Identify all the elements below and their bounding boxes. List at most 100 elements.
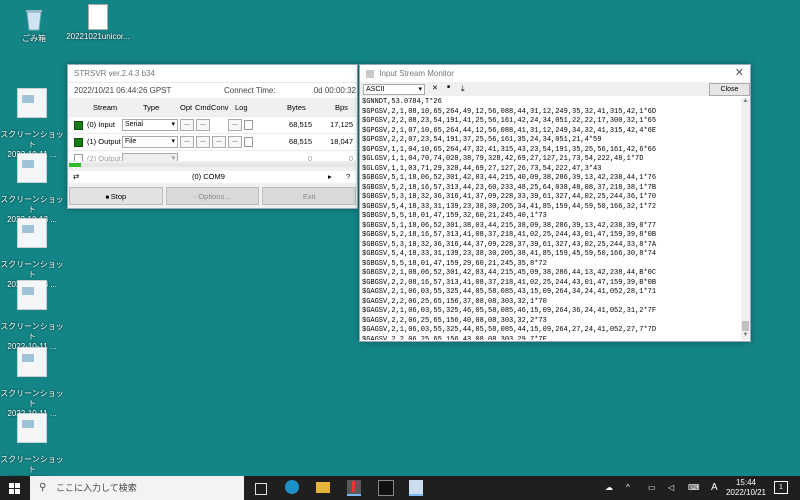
log-line: $GNNDT,53.0784,T*26: [362, 98, 442, 106]
image-thumbnail-icon: [17, 413, 47, 443]
log-scrollbar[interactable]: ▲ ▼: [741, 98, 750, 340]
stream-row: (2) Output ▾ 0 0: [69, 151, 356, 162]
stream-enabled-indicator[interactable]: [74, 138, 83, 147]
current-datetime: 2022/10/21 06:44:26 GPST: [74, 86, 172, 95]
help-icon[interactable]: ?: [346, 171, 350, 183]
strsvr-taskbar-icon[interactable]: [347, 480, 361, 496]
search-icon: ⚲: [39, 482, 47, 493]
log-line: $GAGSV,2,2,06,25,65,156,37,08,08,303,32,…: [362, 297, 547, 306]
opt-button[interactable]: ...: [180, 136, 194, 148]
stream-log[interactable]: $GNNDT,53.0784,T*26 $GPGSV,2,1,08,10,65,2…: [360, 98, 742, 340]
log-line: $GLGSV,1,1,04,70,74,028,38,79,328,42,69,…: [362, 155, 644, 163]
cmd-button[interactable]: ...: [196, 119, 210, 131]
image-thumbnail-icon: [17, 280, 47, 310]
edge-icon[interactable]: [285, 480, 299, 494]
network-icon[interactable]: ▭: [648, 483, 656, 492]
stop-button[interactable]: ■ Stop: [69, 187, 163, 205]
conv-button[interactable]: ...: [212, 136, 226, 148]
log-line: $GPGSV,2,2,08,23,54,191,41,25,56,161,42,…: [362, 117, 657, 125]
chevron-down-icon: ▾: [418, 86, 422, 93]
log-line: $GAGSV,2,1,06,03,55,325,44,05,58,085,43,…: [362, 288, 657, 296]
log-line: $GPGSV,1,1,04,10,65,264,47,32,41,315,43,…: [362, 145, 657, 154]
log-line: $GAGSV,2,2,06,25,65,156,40,08,08,303,32,…: [362, 316, 547, 325]
desktop-icon-label: ごみ箱: [22, 34, 46, 43]
stream-table: Stream Type Opt Cmd Conv Log Bytes Bps (…: [69, 100, 356, 162]
close-window-icon[interactable]: ✕: [735, 65, 744, 82]
weather-icon[interactable]: ☁: [605, 483, 613, 492]
scroll-up-icon[interactable]: ▲: [741, 98, 750, 106]
stream-name: (0) Input: [87, 120, 115, 129]
document-icon: [88, 4, 108, 30]
log-checkbox[interactable]: [244, 120, 253, 130]
progress-bar-fill: [69, 163, 81, 167]
monitor-toolbar: ASCII ▾ ✕ ■ ⤓ Close: [360, 82, 750, 96]
monitor-title: Input Stream Monitor: [379, 69, 454, 78]
log-button[interactable]: ...: [228, 119, 242, 131]
stream-type-select[interactable]: File ▾: [122, 136, 178, 148]
scroll-down-arrow-icon[interactable]: ▼: [741, 332, 750, 340]
chevron-up-icon[interactable]: ^: [626, 483, 630, 492]
file-explorer-icon[interactable]: [316, 482, 330, 493]
desktop-icon-recycle-bin[interactable]: ごみ箱: [2, 4, 66, 44]
connect-time-value: 0d 00:00:32: [313, 86, 356, 95]
chevron-down-icon: ▾: [171, 138, 175, 145]
scroll-right-icon[interactable]: ▸: [328, 171, 332, 183]
task-view-icon[interactable]: [255, 483, 267, 495]
clock-time: 15:44: [735, 478, 757, 487]
options-button[interactable]: ▫ Options...: [165, 187, 260, 205]
log-line: $GBGSV,5,3,18,32,36,316,44,37,09,228,37,…: [362, 240, 657, 249]
stream-enabled-checkbox[interactable]: [74, 154, 83, 161]
image-thumbnail-icon: [17, 218, 47, 248]
desktop-icon-document[interactable]: 20221021unicor...: [66, 4, 130, 42]
log-line: $GBGSV,5,5,18,01,47,159,29,60,21,245,35,…: [362, 259, 547, 268]
chevron-down-icon: ▾: [171, 121, 175, 128]
notification-icon[interactable]: 1: [774, 481, 788, 494]
col-log: Log: [235, 103, 248, 112]
stream-row: (0) Input Serial ▾ ... ... ... 68,515 17,…: [69, 117, 356, 134]
log-line: $GBGSV,2,1,08,06,52,301,42,03,44,215,45,…: [362, 269, 657, 277]
scrollbar-thumb[interactable]: [742, 321, 749, 331]
col-bps: Bps: [335, 103, 348, 112]
terminal-icon[interactable]: [378, 480, 394, 496]
clock-date: 2022/10/21: [725, 488, 767, 497]
opt-button[interactable]: ...: [180, 119, 194, 131]
rtkplot-taskbar-icon[interactable]: [409, 480, 423, 496]
bps-value: 0: [348, 154, 353, 162]
windows-start-icon[interactable]: [9, 483, 20, 494]
stream-row: (1) Output File ▾ ... ... ... ... 68,515 …: [69, 134, 356, 151]
col-stream: Stream: [93, 103, 118, 112]
format-select[interactable]: ASCII ▾: [363, 84, 425, 95]
stream-type-select[interactable]: ▾: [122, 153, 178, 161]
taskbar-search[interactable]: ⚲ ここに入力して検索: [30, 476, 244, 500]
image-thumbnail-icon: [17, 347, 47, 377]
log-button[interactable]: ...: [228, 136, 242, 148]
stream-enabled-indicator[interactable]: [74, 121, 83, 130]
message-bar: ⇄ (0) COM9 ▸ ?: [69, 171, 356, 183]
stream-type-select[interactable]: Serial ▾: [122, 119, 178, 131]
cmd-button[interactable]: ...: [196, 136, 210, 148]
taskbar: ⚲ ここに入力して検索 ☁ ^ ▭ ◁ ⌨ A 15:44 2022/10/21…: [0, 476, 800, 500]
stream-name: (2) Output: [87, 154, 121, 162]
log-line: $GAGSV,2,2,06,25,65,156,43,08,08,303,29,…: [362, 335, 547, 341]
strsvr-window: STRSVR ver.2.4.3 b34 2022/10/21 06:44:26…: [67, 64, 358, 209]
close-button[interactable]: Close: [709, 83, 750, 96]
pause-icon[interactable]: ■: [447, 84, 450, 90]
bytes-value: 68,515: [289, 137, 312, 146]
log-line: $GPGSV,2,1,07,10,65,264,44,12,56,088,41,…: [362, 126, 657, 135]
ime-indicator[interactable]: A: [711, 482, 718, 493]
clock[interactable]: 15:44 2022/10/21: [722, 478, 770, 498]
clear-icon[interactable]: ✕: [432, 84, 438, 92]
input-stream-monitor-window: Input Stream Monitor ✕ ASCII ▾ ✕ ■ ⤓ Clos…: [359, 64, 751, 342]
antenna-icon: [352, 481, 355, 492]
bps-value: 18,047: [330, 137, 353, 146]
scroll-down-icon[interactable]: ⤓: [461, 84, 465, 94]
exit-button[interactable]: Exit: [262, 187, 357, 205]
swap-icon[interactable]: ⇄: [73, 171, 79, 183]
log-line: $GPGSV,2,2,07,23,54,191,37,25,56,161,35,…: [362, 136, 602, 144]
image-thumbnail-icon: [17, 88, 47, 118]
monitor-app-icon: [366, 69, 374, 78]
log-checkbox[interactable]: [244, 137, 253, 147]
monitor-titlebar: Input Stream Monitor ✕: [360, 65, 750, 82]
volume-icon[interactable]: ◁: [668, 483, 674, 492]
keyboard-icon[interactable]: ⌨: [688, 483, 700, 492]
